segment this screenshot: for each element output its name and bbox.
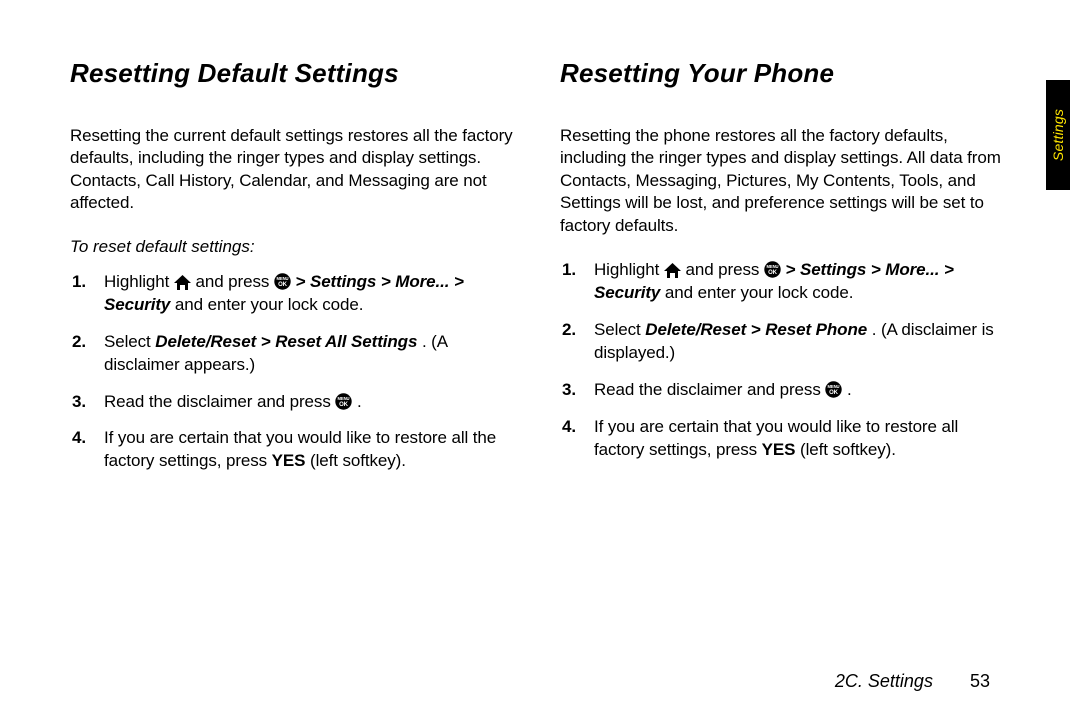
step-2: Select Delete/Reset > Reset Phone . (A d… bbox=[588, 319, 1010, 365]
manual-page: Settings Resetting Default Settings Rese… bbox=[0, 0, 1080, 720]
svg-text:MENU: MENU bbox=[766, 264, 778, 269]
intro-paragraph: Resetting the current default settings r… bbox=[70, 125, 520, 215]
section-label: 2C. Settings bbox=[835, 671, 933, 691]
menu-ok-icon: MENUOK bbox=[274, 273, 291, 290]
heading-reset-defaults: Resetting Default Settings bbox=[70, 58, 520, 89]
steps-list: Highlight and press MENUOK > Settings > … bbox=[560, 259, 1010, 462]
text: (left softkey). bbox=[310, 451, 406, 470]
subheading: To reset default settings: bbox=[70, 237, 520, 257]
step-3: Read the disclaimer and press MENUOK . bbox=[98, 391, 520, 414]
step-4: If you are certain that you would like t… bbox=[588, 416, 1010, 462]
text: and enter your lock code. bbox=[175, 295, 363, 314]
text: Highlight bbox=[594, 260, 664, 279]
svg-text:MENU: MENU bbox=[828, 384, 840, 389]
text: and press bbox=[196, 272, 274, 291]
page-footer: 2C. Settings 53 bbox=[835, 671, 990, 692]
text: and enter your lock code. bbox=[665, 283, 853, 302]
text: Select bbox=[104, 332, 155, 351]
step-4: If you are certain that you would like t… bbox=[98, 427, 520, 473]
side-tab: Settings bbox=[1046, 80, 1070, 190]
two-column-layout: Resetting Default Settings Resetting the… bbox=[70, 58, 1010, 487]
left-column: Resetting Default Settings Resetting the… bbox=[70, 58, 520, 487]
home-icon bbox=[174, 275, 191, 290]
text: Read the disclaimer and press bbox=[594, 380, 825, 399]
steps-list: Highlight and press MENUOK > Settings > … bbox=[70, 271, 520, 474]
step-2: Select Delete/Reset > Reset All Settings… bbox=[98, 331, 520, 377]
heading-reset-phone: Resetting Your Phone bbox=[560, 58, 1010, 89]
svg-text:OK: OK bbox=[278, 282, 288, 288]
step-1: Highlight and press MENUOK > Settings > … bbox=[98, 271, 520, 317]
intro-paragraph: Resetting the phone restores all the fac… bbox=[560, 125, 1010, 237]
text: (left softkey). bbox=[800, 440, 896, 459]
text: . bbox=[357, 392, 362, 411]
side-tab-label: Settings bbox=[1050, 109, 1066, 161]
yes-label: YES bbox=[272, 451, 306, 470]
menu-ok-icon: MENUOK bbox=[764, 261, 781, 278]
svg-text:MENU: MENU bbox=[276, 276, 288, 281]
nav-path: Delete/Reset > Reset All Settings bbox=[155, 332, 417, 351]
text: Read the disclaimer and press bbox=[104, 392, 335, 411]
svg-text:OK: OK bbox=[339, 402, 349, 408]
right-column: Resetting Your Phone Resetting the phone… bbox=[560, 58, 1010, 487]
yes-label: YES bbox=[762, 440, 796, 459]
menu-ok-icon: MENUOK bbox=[825, 381, 842, 398]
svg-text:MENU: MENU bbox=[338, 396, 350, 401]
svg-text:OK: OK bbox=[768, 270, 778, 276]
nav-path: Delete/Reset > Reset Phone bbox=[645, 320, 867, 339]
home-icon bbox=[664, 263, 681, 278]
text: Highlight bbox=[104, 272, 174, 291]
page-number: 53 bbox=[970, 671, 990, 691]
menu-ok-icon: MENUOK bbox=[335, 393, 352, 410]
text: Select bbox=[594, 320, 645, 339]
svg-text:OK: OK bbox=[829, 390, 839, 396]
step-1: Highlight and press MENUOK > Settings > … bbox=[588, 259, 1010, 305]
text: . bbox=[847, 380, 852, 399]
text: and press bbox=[686, 260, 764, 279]
step-3: Read the disclaimer and press MENUOK . bbox=[588, 379, 1010, 402]
